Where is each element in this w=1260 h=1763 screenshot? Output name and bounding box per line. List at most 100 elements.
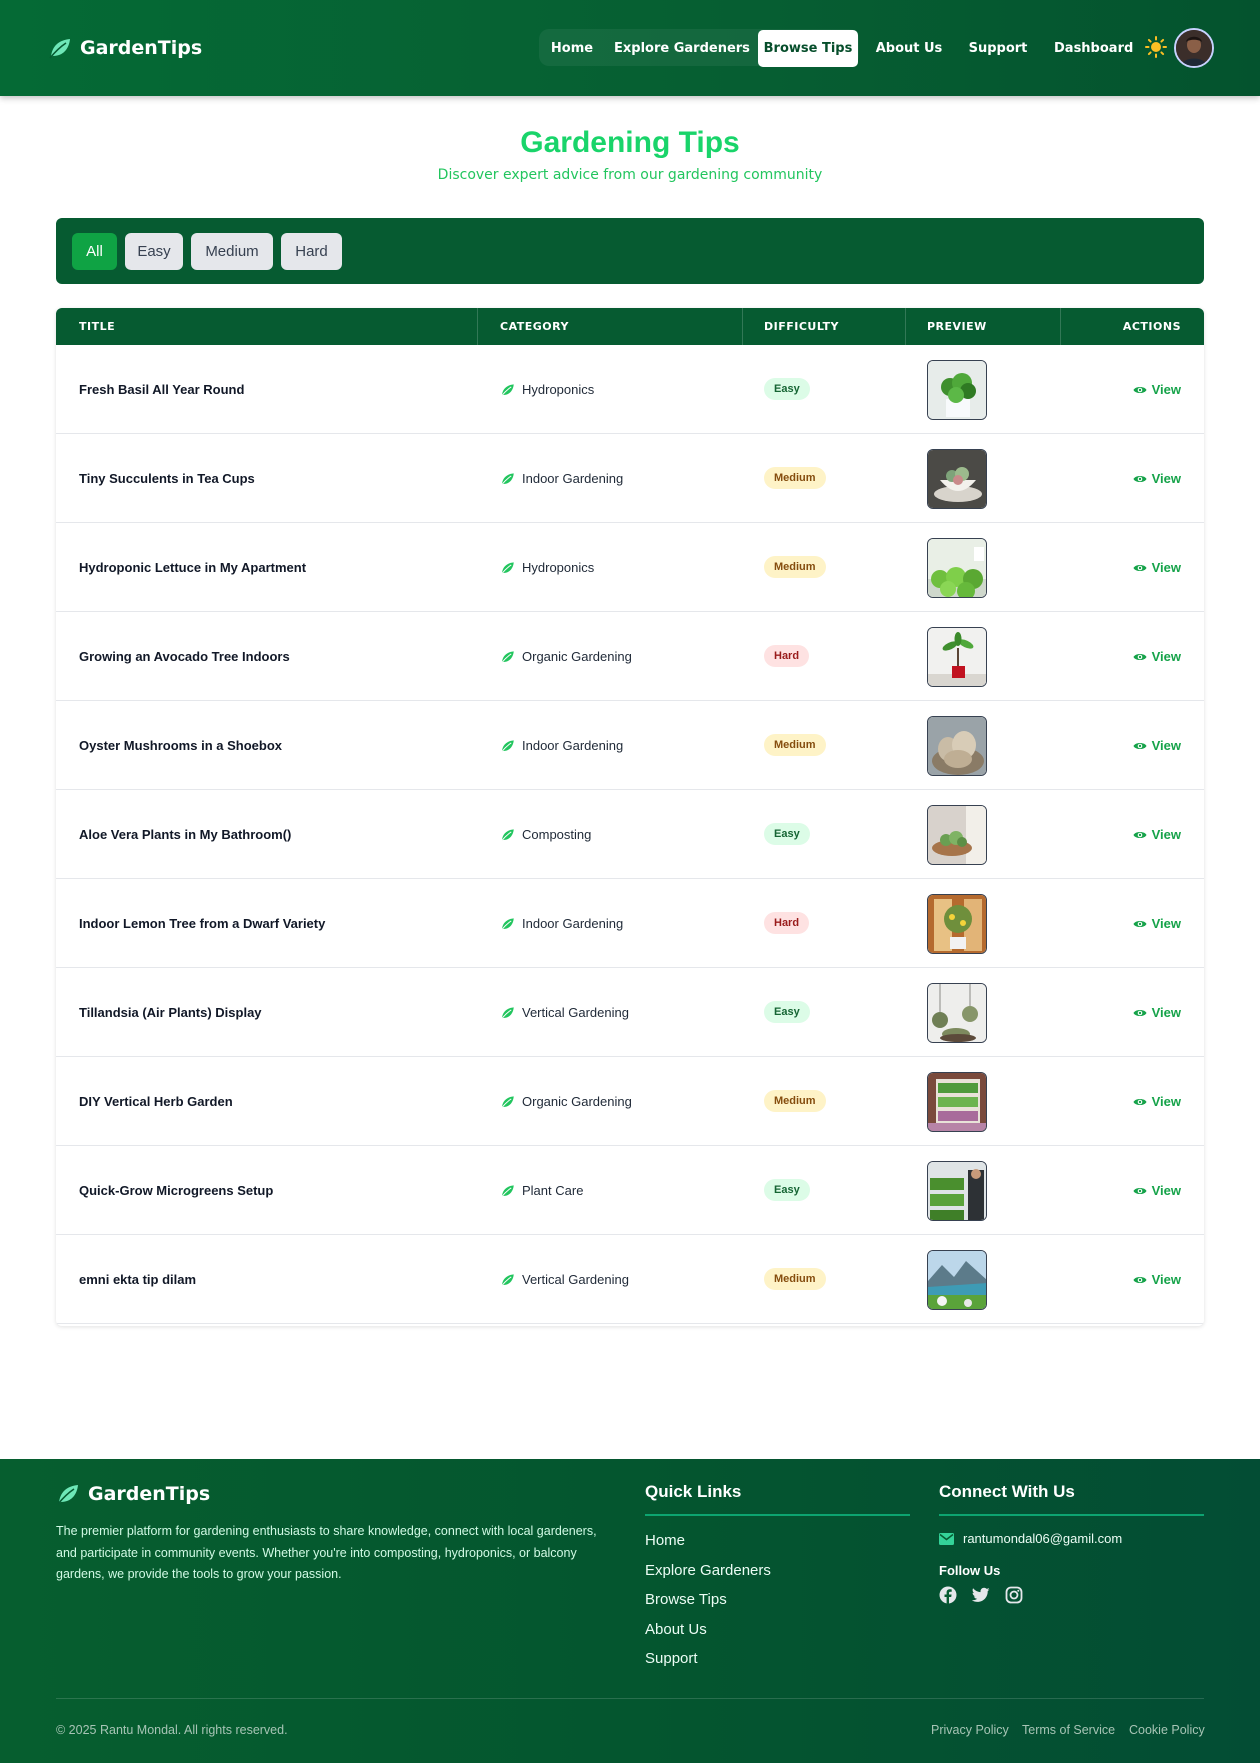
tip-preview-image[interactable] — [927, 894, 987, 954]
instagram-icon[interactable] — [1005, 1586, 1023, 1604]
leaf-icon — [500, 650, 514, 664]
difficulty-badge: Medium — [764, 1268, 826, 1290]
table-row: emni ekta tip dilam Vertical Gardening Med… — [56, 1235, 1204, 1324]
column-divider — [905, 308, 906, 345]
footer-brand-name: GardenTips — [88, 1483, 211, 1505]
nav-browse-tips[interactable]: Browse Tips — [758, 30, 858, 67]
tip-category: Vertical Gardening — [500, 1235, 629, 1324]
eye-icon — [1133, 1098, 1147, 1105]
difficulty-badge: Easy — [764, 1001, 810, 1023]
view-tip-button[interactable]: View — [1133, 968, 1181, 1057]
nav-dashboard[interactable]: Dashboard — [1054, 30, 1133, 67]
footer-brand[interactable]: GardenTips — [56, 1483, 210, 1505]
footer-link-home[interactable]: Home — [645, 1532, 685, 1549]
difficulty-badge: Hard — [764, 912, 810, 934]
view-tip-button[interactable]: View — [1133, 345, 1181, 434]
eye-icon — [1133, 742, 1147, 749]
footer-email[interactable]: rantumondal06@gamil.com — [939, 1531, 1122, 1546]
tip-category: Organic Gardening — [500, 612, 632, 701]
leaf-icon — [500, 1273, 514, 1287]
user-avatar[interactable] — [1174, 28, 1214, 68]
view-tip-button[interactable]: View — [1133, 1235, 1181, 1324]
difficulty-badge: Easy — [764, 823, 810, 845]
view-label: View — [1151, 560, 1181, 575]
footer-email-text: rantumondal06@gamil.com — [963, 1531, 1123, 1546]
tip-category-label: Indoor Gardening — [522, 471, 624, 486]
table-row: Aloe Vera Plants in My Bathroom() Compost… — [56, 790, 1204, 879]
nav-home[interactable]: Home — [545, 30, 599, 67]
difficulty-badge: Easy — [764, 1179, 810, 1201]
table-row: Tiny Succulents in Tea Cups Indoor Garden… — [56, 434, 1204, 523]
view-tip-button[interactable]: View — [1133, 790, 1181, 879]
eye-icon — [1133, 653, 1147, 660]
eye-icon — [1133, 1009, 1147, 1016]
tip-title: Oyster Mushrooms in a Shoebox — [79, 738, 282, 753]
tip-category: Indoor Gardening — [500, 434, 623, 523]
nav-support[interactable]: Support — [964, 30, 1032, 67]
nav-about-us[interactable]: About Us — [872, 30, 946, 67]
tip-preview-image[interactable] — [927, 805, 987, 865]
twitter-icon[interactable] — [972, 1586, 990, 1604]
facebook-icon[interactable] — [939, 1586, 957, 1604]
footer: GardenTips The premier platform for gard… — [0, 1459, 1260, 1763]
tip-category-label: Vertical Gardening — [522, 1272, 629, 1287]
tip-preview-image[interactable] — [927, 449, 987, 509]
column-header-title: TITLE — [79, 320, 116, 333]
leaf-icon — [500, 917, 514, 931]
tip-category-label: Plant Care — [522, 1183, 584, 1198]
avatar-portrait — [1176, 30, 1212, 66]
terms-of-service-link[interactable]: Terms of Service — [1022, 1723, 1115, 1737]
view-label: View — [1151, 649, 1181, 664]
view-label: View — [1151, 1183, 1181, 1198]
footer-link-support[interactable]: Support — [645, 1650, 698, 1667]
eye-icon — [1133, 564, 1147, 571]
tip-preview-image[interactable] — [927, 360, 987, 420]
view-tip-button[interactable]: View — [1133, 523, 1181, 612]
difficulty-badge: Medium — [764, 1090, 826, 1112]
brand-logo[interactable]: GardenTips — [48, 33, 202, 63]
nav-explore-gardeners[interactable]: Explore Gardeners — [614, 30, 750, 67]
view-tip-button[interactable]: View — [1133, 434, 1181, 523]
tip-category: Hydroponics — [500, 523, 594, 612]
navbar: GardenTips Home Explore Gardeners Browse… — [0, 0, 1260, 96]
cookie-policy-link[interactable]: Cookie Policy — [1129, 1723, 1205, 1737]
view-label: View — [1151, 1005, 1181, 1020]
filter-hard-button[interactable]: Hard — [281, 233, 342, 270]
difficulty-badge: Easy — [764, 378, 810, 400]
filter-all-button[interactable]: All — [72, 233, 117, 270]
footer-link-browse-tips[interactable]: Browse Tips — [645, 1591, 727, 1608]
eye-icon — [1133, 1187, 1147, 1194]
footer-link-about-us[interactable]: About Us — [645, 1621, 707, 1638]
table-row: Hydroponic Lettuce in My Apartment Hydrop… — [56, 523, 1204, 612]
view-tip-button[interactable]: View — [1133, 879, 1181, 968]
envelope-icon — [939, 1532, 954, 1545]
quick-links-rule — [645, 1514, 910, 1516]
view-tip-button[interactable]: View — [1133, 701, 1181, 790]
sun-icon[interactable] — [1145, 36, 1167, 58]
view-tip-button[interactable]: View — [1133, 1146, 1181, 1235]
column-header-difficulty: DIFFICULTY — [764, 320, 840, 333]
tip-title: Tillandsia (Air Plants) Display — [79, 1005, 262, 1020]
leaf-icon — [57, 1485, 78, 1505]
tip-preview-image[interactable] — [927, 538, 987, 598]
filter-medium-button[interactable]: Medium — [191, 233, 273, 270]
difficulty-badge: Medium — [764, 556, 826, 578]
tip-preview-image[interactable] — [927, 627, 987, 687]
tip-preview-image[interactable] — [927, 983, 987, 1043]
privacy-policy-link[interactable]: Privacy Policy — [931, 1723, 1009, 1737]
tip-category-label: Organic Gardening — [522, 649, 632, 664]
eye-icon — [1133, 475, 1147, 482]
tip-preview-image[interactable] — [927, 1072, 987, 1132]
footer-link-explore-gardeners[interactable]: Explore Gardeners — [645, 1562, 771, 1579]
tip-category: Composting — [500, 790, 591, 879]
view-tip-button[interactable]: View — [1133, 1057, 1181, 1146]
tip-preview-image[interactable] — [927, 1250, 987, 1310]
tip-title: Quick-Grow Microgreens Setup — [79, 1183, 274, 1198]
eye-icon — [1133, 386, 1147, 393]
table-row: Quick-Grow Microgreens Setup Plant Care Ea… — [56, 1146, 1204, 1235]
tip-preview-image[interactable] — [927, 716, 987, 776]
filter-easy-button[interactable]: Easy — [125, 233, 183, 270]
view-tip-button[interactable]: View — [1133, 612, 1181, 701]
tip-preview-image[interactable] — [927, 1161, 987, 1221]
leaf-icon — [500, 472, 514, 486]
